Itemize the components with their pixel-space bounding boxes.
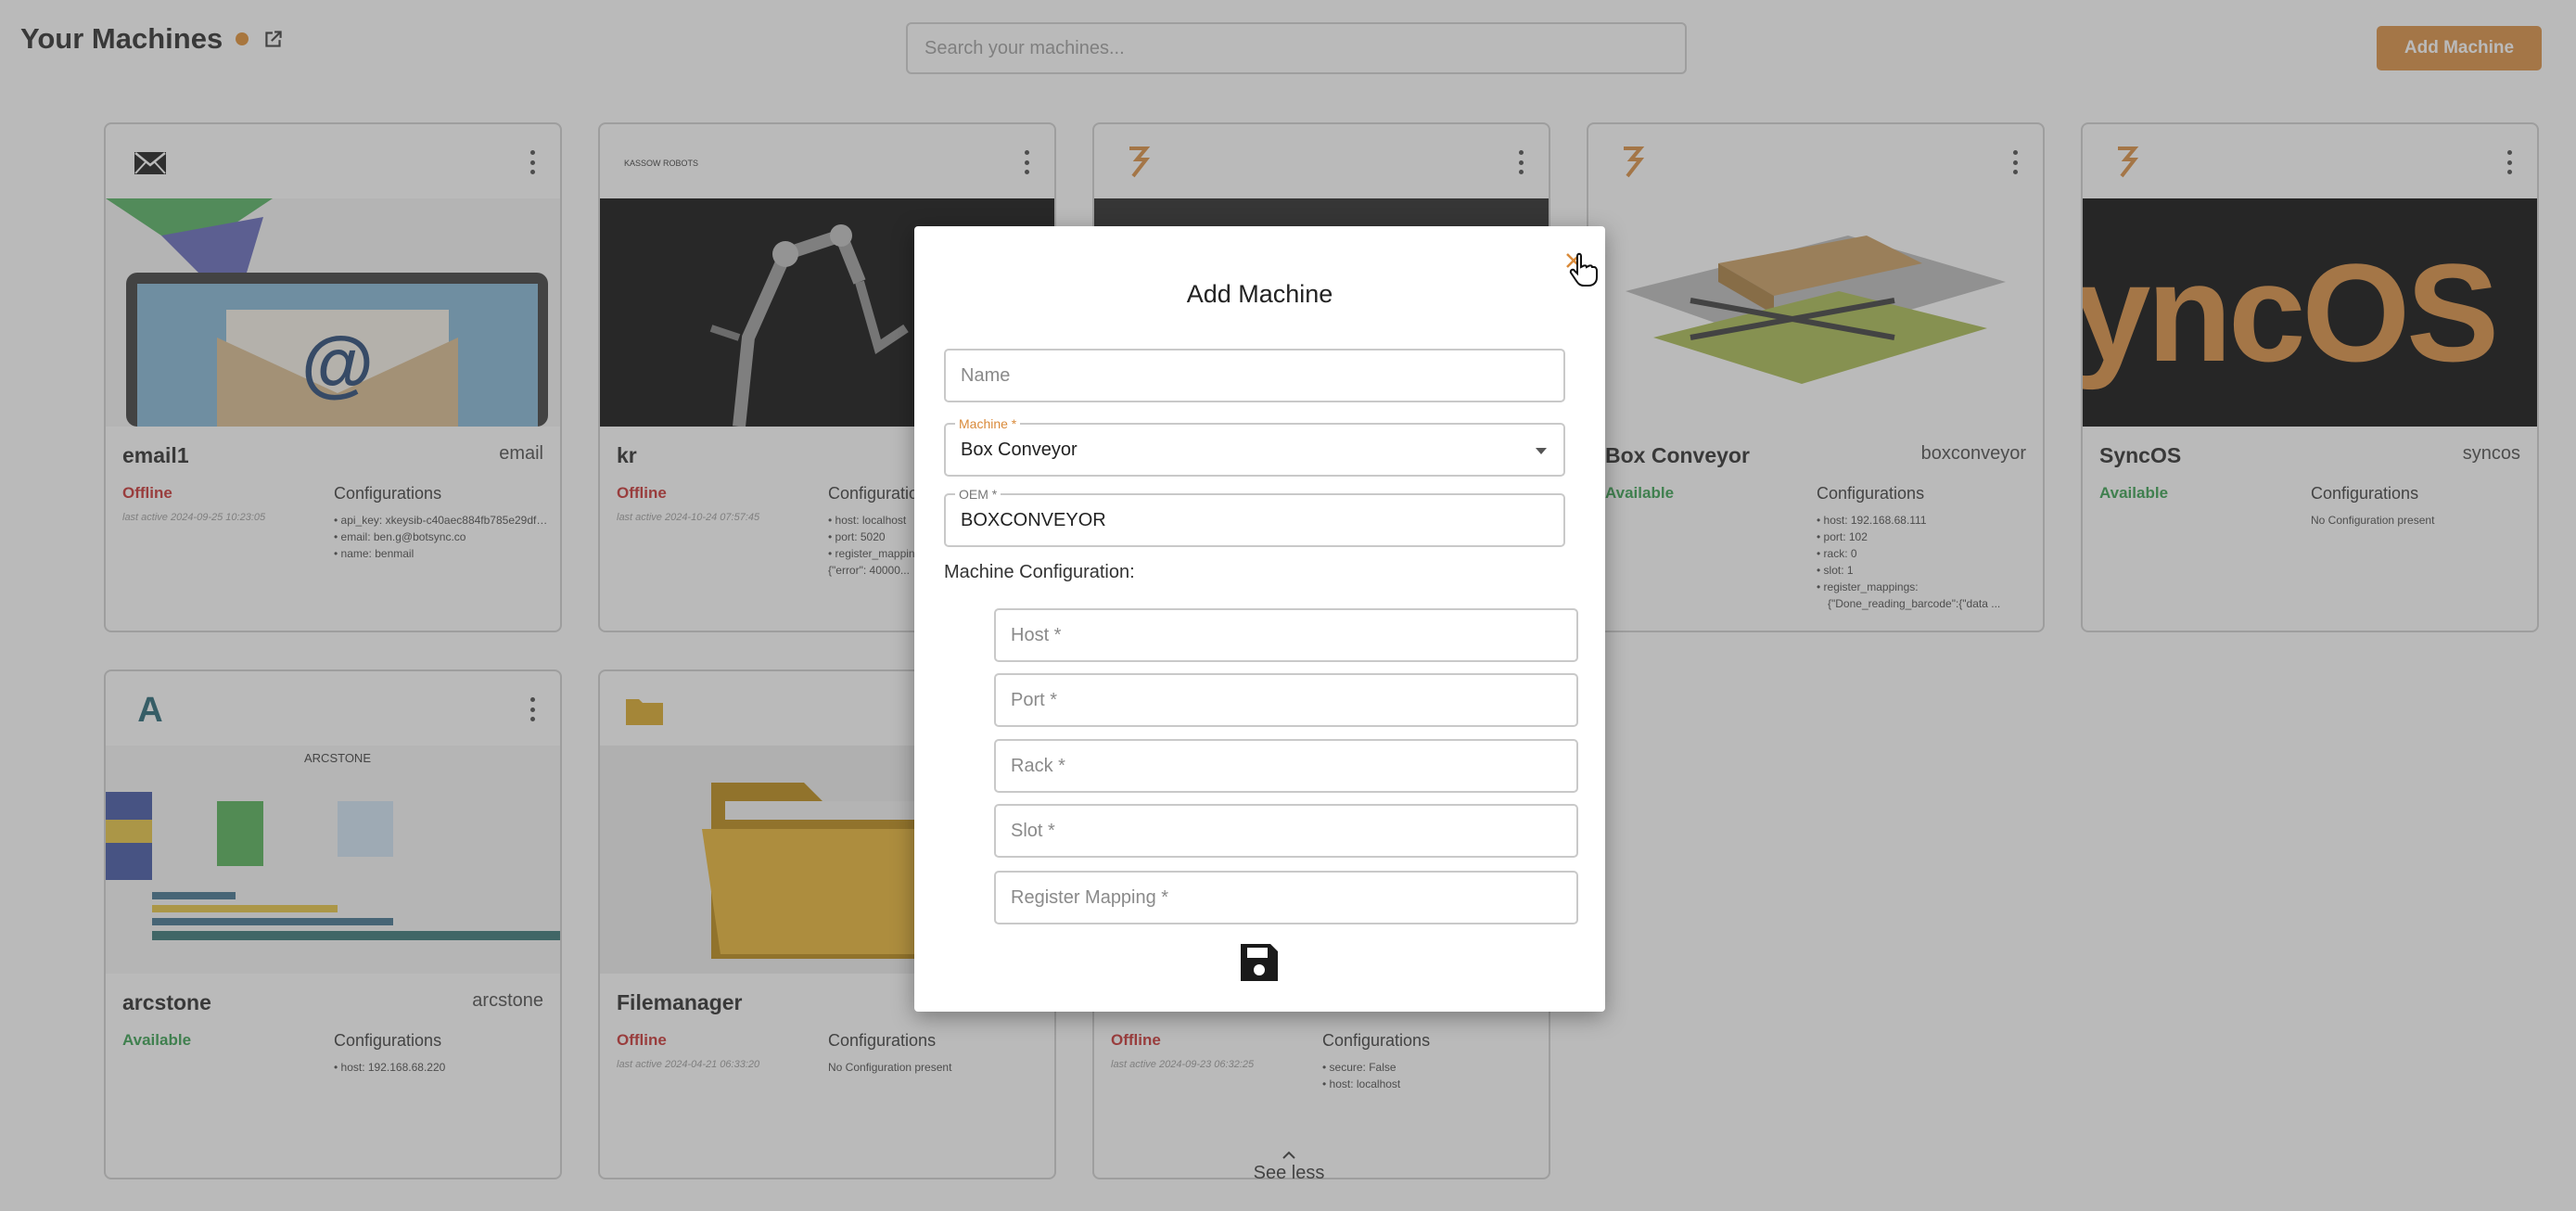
chevron-down-icon [1536, 448, 1547, 454]
name-field[interactable]: Name [944, 349, 1565, 402]
machines-page: Your Machines Add Machine @ email [0, 0, 2576, 1211]
port-placeholder: Port * [1011, 689, 1058, 710]
rack-field[interactable]: Rack * [994, 739, 1578, 793]
save-icon[interactable] [1238, 941, 1281, 984]
port-field[interactable]: Port * [994, 673, 1578, 727]
name-placeholder: Name [961, 364, 1011, 386]
oem-label: OEM * [955, 487, 1001, 502]
slot-field[interactable]: Slot * [994, 804, 1578, 858]
slot-placeholder: Slot * [1011, 820, 1055, 841]
oem-value: BOXCONVEYOR [961, 509, 1106, 530]
add-machine-dialog: Add Machine Name Machine * Box Conveyor … [914, 226, 1605, 1012]
machine-value: Box Conveyor [961, 439, 1078, 460]
oem-field[interactable]: OEM * BOXCONVEYOR [944, 487, 1565, 547]
dialog-title: Add Machine [1186, 280, 1333, 308]
rack-placeholder: Rack * [1011, 755, 1065, 776]
host-placeholder: Host * [1011, 624, 1062, 645]
host-field[interactable]: Host * [994, 608, 1578, 662]
register-mapping-field[interactable]: Register Mapping * [994, 871, 1578, 924]
register-mapping-placeholder: Register Mapping * [1011, 886, 1169, 908]
machine-select[interactable]: Machine * Box Conveyor [944, 416, 1565, 477]
machine-label: Machine * [955, 416, 1021, 431]
machine-configuration-label: Machine Configuration: [944, 562, 1135, 582]
